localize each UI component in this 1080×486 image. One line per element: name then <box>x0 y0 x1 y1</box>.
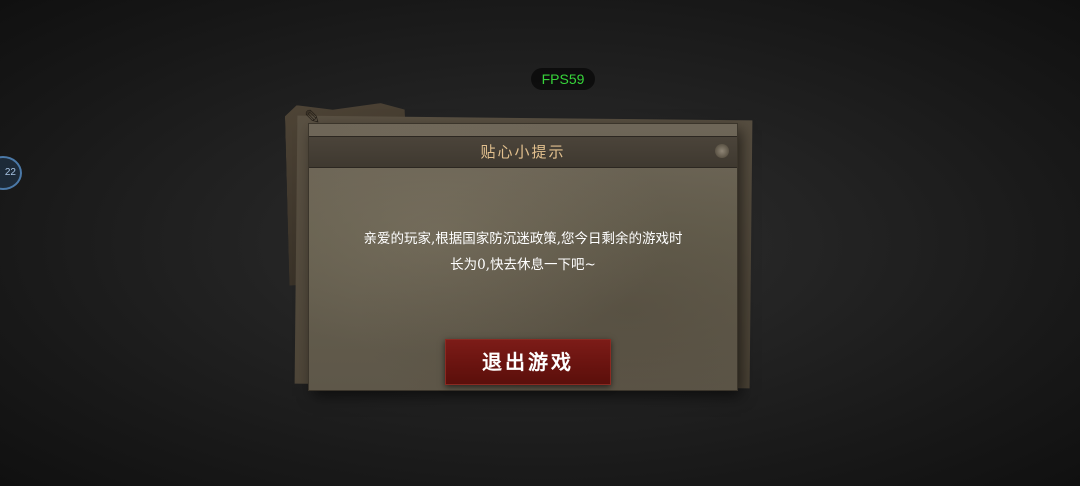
message-line-2: 长为0,快去休息一下吧~ <box>450 257 596 273</box>
dialog-title: 贴心小提示 <box>480 143 566 161</box>
message-line-1: 亲爱的玩家,根据国家防沉迷政策,您今日剩余的游戏时 <box>363 231 683 247</box>
tip-dialog: 贴心小提示 亲爱的玩家,根据国家防沉迷政策,您今日剩余的游戏时 长为0,快去休息… <box>309 124 737 390</box>
game-screen: FPS59 22 ✎ 贴心小提示 亲爱的玩家,根据国家防沉迷政策,您今日剩余的游… <box>0 0 1080 486</box>
anti-addiction-message: 亲爱的玩家,根据国家防沉迷政策,您今日剩余的游戏时 长为0,快去休息一下吧~ <box>331 226 715 278</box>
corner-ornament-icon <box>715 144 729 158</box>
floating-assistant-icon[interactable]: 22 <box>0 156 22 190</box>
exit-game-button[interactable]: 退出游戏 <box>445 339 611 385</box>
dialog-title-bar: 贴心小提示 <box>309 136 737 168</box>
fps-counter: FPS59 <box>531 68 595 90</box>
